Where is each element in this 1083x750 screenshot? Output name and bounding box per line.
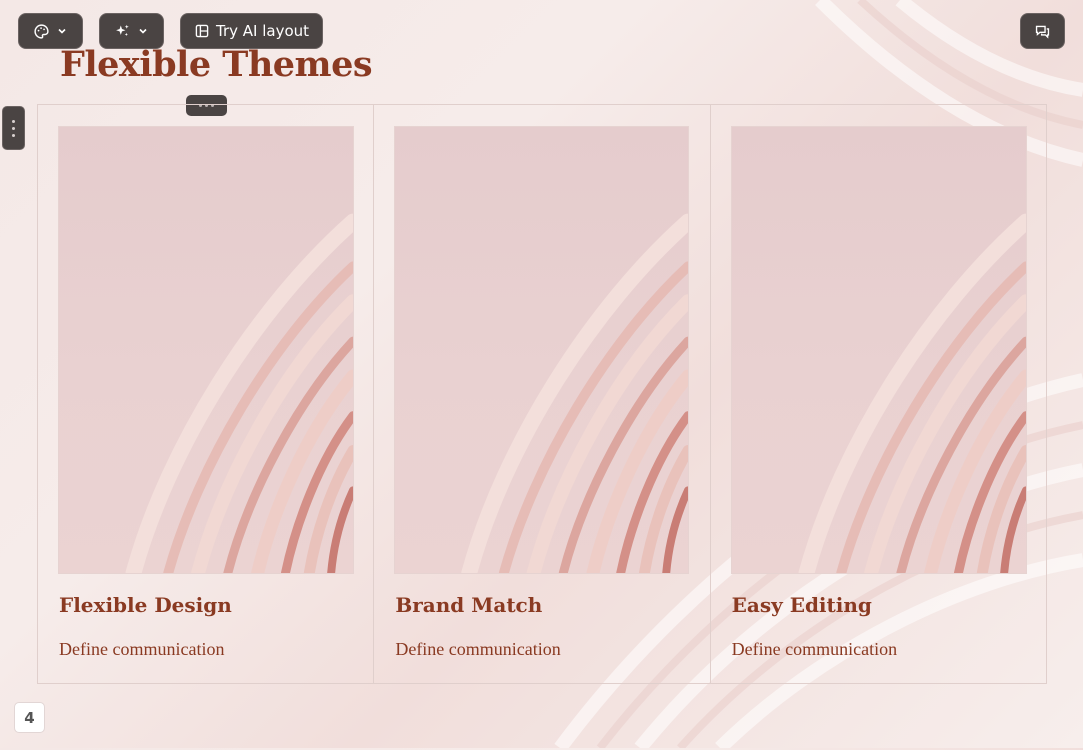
comments-icon — [1034, 23, 1051, 40]
card[interactable]: Brand Match Define communication — [374, 105, 711, 683]
card-description[interactable]: Define communication — [59, 639, 224, 660]
card-image[interactable] — [730, 126, 1027, 574]
card-title[interactable]: Brand Match — [395, 593, 542, 617]
layout-icon — [194, 23, 210, 39]
card-title[interactable]: Flexible Design — [59, 593, 232, 617]
page-number: 4 — [14, 702, 45, 733]
chevron-down-icon — [56, 25, 68, 37]
card[interactable]: Easy Editing Define communication — [711, 105, 1046, 683]
card-image[interactable] — [394, 126, 690, 574]
card-title[interactable]: Easy Editing — [732, 593, 872, 617]
card-image[interactable] — [58, 126, 354, 574]
card-grid: Flexible Design Define communication Bra… — [37, 104, 1047, 684]
try-ai-layout-label: Try AI layout — [215, 22, 310, 40]
palette-icon — [33, 23, 50, 40]
slide-drag-handle[interactable] — [2, 106, 25, 150]
card-description[interactable]: Define communication — [395, 639, 560, 660]
card[interactable]: Flexible Design Define communication — [38, 105, 375, 683]
chevron-down-icon — [137, 25, 149, 37]
slide-title[interactable]: Flexible Themes — [60, 44, 373, 85]
card-description[interactable]: Define communication — [732, 639, 897, 660]
comments-button[interactable] — [1020, 13, 1065, 49]
sparkles-icon — [114, 23, 131, 40]
